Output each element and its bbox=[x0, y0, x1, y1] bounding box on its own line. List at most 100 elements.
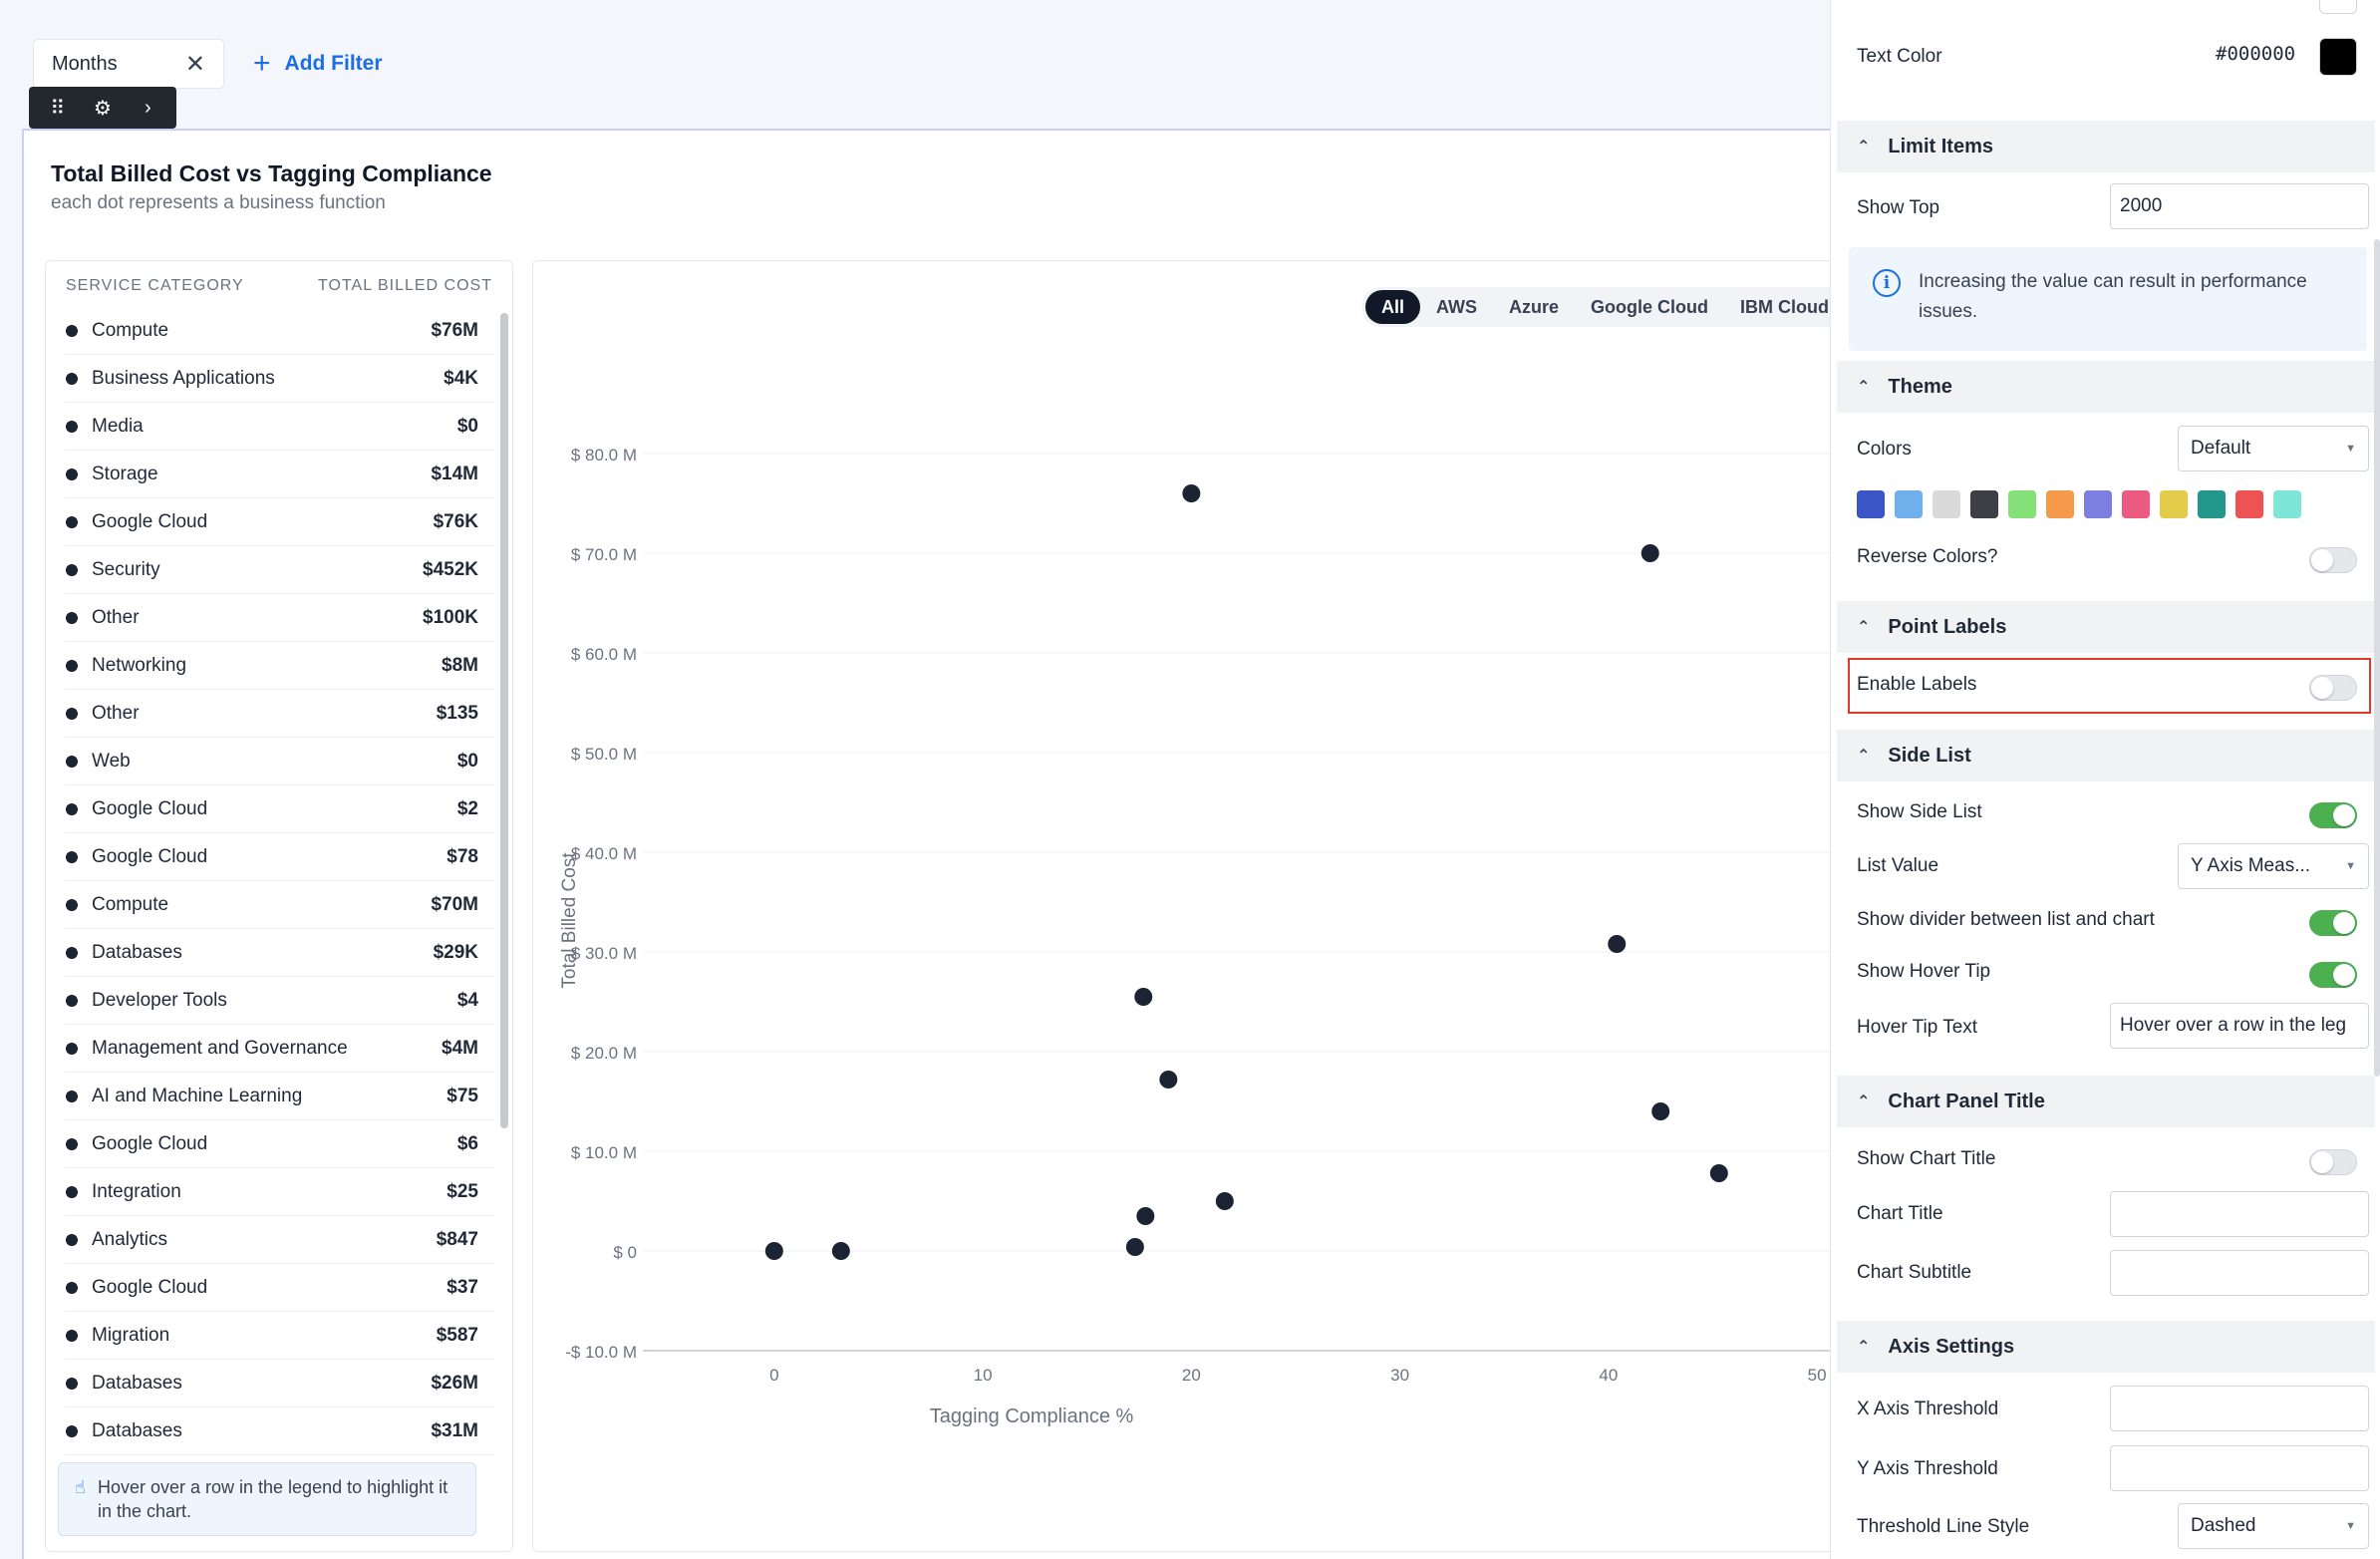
legend-row-label: Web bbox=[92, 750, 131, 772]
section-title: Chart Panel Title bbox=[1888, 1090, 2045, 1112]
hover-tip-text-input[interactable]: Hover over a row in the leg bbox=[2110, 1003, 2369, 1049]
reverse-colors-toggle[interactable] bbox=[2309, 547, 2357, 573]
add-filter-button[interactable]: + Add Filter bbox=[253, 49, 383, 79]
legend-row-label: Security bbox=[92, 558, 160, 580]
divider-label: Show divider between list and chart bbox=[1857, 909, 2155, 930]
color-swatch[interactable] bbox=[2160, 490, 2188, 518]
color-swatch[interactable] bbox=[1857, 490, 1885, 518]
filter-chip-label: Months bbox=[52, 52, 118, 75]
color-swatch[interactable] bbox=[2198, 490, 2226, 518]
y-tick-label: $ 10.0 M bbox=[571, 1143, 637, 1162]
legend-row[interactable]: Management and Governance $4M bbox=[66, 1025, 494, 1073]
color-swatch[interactable] bbox=[1970, 490, 1998, 518]
section-chart-panel-title[interactable]: ⌃ Chart Panel Title bbox=[1837, 1076, 2375, 1127]
legend-row[interactable]: Web $0 bbox=[66, 738, 494, 785]
legend-row[interactable]: Other $100K bbox=[66, 594, 494, 642]
legend-row[interactable]: Google Cloud $37 bbox=[66, 1264, 494, 1312]
color-swatch[interactable] bbox=[2008, 490, 2036, 518]
series-dot-icon bbox=[66, 1185, 78, 1198]
show-side-list-toggle[interactable] bbox=[2309, 802, 2357, 828]
months-filter-chip[interactable]: Months ✕ bbox=[33, 39, 224, 89]
legend-row[interactable]: Compute $70M bbox=[66, 881, 494, 929]
legend-row-label: Google Cloud bbox=[92, 797, 208, 819]
chart-subtitle-input[interactable] bbox=[2110, 1250, 2369, 1296]
y-tick-label: $ 40.0 M bbox=[571, 844, 637, 863]
side-list-header: SERVICE CATEGORY TOTAL BILLED COST bbox=[46, 261, 512, 307]
section-side-list[interactable]: ⌃ Side List bbox=[1837, 730, 2375, 781]
legend-row[interactable]: Developer Tools $4 bbox=[66, 977, 494, 1025]
drag-handle-icon[interactable]: ⠿ bbox=[40, 96, 76, 121]
legend-row-label: Google Cloud bbox=[92, 510, 208, 532]
show-top-input[interactable]: 2000 bbox=[2110, 183, 2369, 229]
card-subtitle: each dot represents a business function bbox=[51, 192, 386, 213]
list-value-select[interactable]: Y Axis Meas... ▼ bbox=[2178, 843, 2369, 889]
legend-row[interactable]: Storage $14M bbox=[66, 451, 494, 498]
partial-control[interactable] bbox=[2319, 0, 2357, 14]
settings-scrollbar[interactable] bbox=[2374, 239, 2380, 1077]
y-tick-label: $ 70.0 M bbox=[571, 545, 637, 564]
section-title: Limit Items bbox=[1888, 135, 1993, 157]
color-swatch[interactable] bbox=[1933, 490, 1960, 518]
legend-row[interactable]: Databases $26M bbox=[66, 1360, 494, 1407]
chevron-up-icon: ⌃ bbox=[1857, 619, 1871, 636]
y-threshold-input[interactable] bbox=[2110, 1445, 2369, 1491]
legend-row[interactable]: Other $135 bbox=[66, 690, 494, 738]
legend-row[interactable]: Integration $25 bbox=[66, 1168, 494, 1216]
gear-icon[interactable]: ⚙ bbox=[85, 96, 121, 121]
section-limit-items[interactable]: ⌃ Limit Items bbox=[1837, 121, 2375, 172]
hover-tip-toggle[interactable] bbox=[2309, 962, 2357, 988]
legend-row[interactable]: Databases $29K bbox=[66, 929, 494, 977]
enable-labels-toggle[interactable] bbox=[2309, 675, 2357, 701]
legend-row[interactable]: Business Applications $4K bbox=[66, 355, 494, 403]
side-list-scrollbar[interactable] bbox=[500, 313, 508, 1128]
color-swatch[interactable] bbox=[2273, 490, 2301, 518]
scatter-chart: -$ 10.0 M $ 0 $ 10.0 M $ 20.0 M $ 30.0 M $ 40… bbox=[559, 446, 1859, 1427]
section-theme[interactable]: ⌃ Theme bbox=[1837, 361, 2375, 413]
y-tick-label: $ 80.0 M bbox=[571, 446, 637, 465]
chevron-up-icon: ⌃ bbox=[1857, 379, 1871, 396]
x-threshold-input[interactable] bbox=[2110, 1386, 2369, 1431]
legend-row-label: Databases bbox=[92, 941, 182, 963]
text-color-swatch[interactable] bbox=[2319, 38, 2357, 76]
series-dot-icon bbox=[66, 1377, 78, 1390]
legend-row[interactable]: AI and Machine Learning $75 bbox=[66, 1073, 494, 1120]
text-color-hex: #000000 bbox=[2216, 43, 2296, 65]
close-icon[interactable]: ✕ bbox=[185, 50, 205, 79]
side-list: SERVICE CATEGORY TOTAL BILLED COST Compu… bbox=[45, 260, 513, 1552]
chevron-right-icon[interactable]: › bbox=[130, 97, 165, 120]
colors-select[interactable]: Default ▼ bbox=[2178, 426, 2369, 471]
color-swatch[interactable] bbox=[1895, 490, 1923, 518]
data-point bbox=[1125, 1238, 1144, 1256]
legend-row-label: Google Cloud bbox=[92, 1132, 208, 1154]
legend-row-value: $452K bbox=[423, 558, 478, 580]
legend-row[interactable]: Media $0 bbox=[66, 403, 494, 451]
caret-down-icon: ▼ bbox=[2345, 860, 2356, 872]
color-swatch[interactable] bbox=[2046, 490, 2074, 518]
divider-toggle[interactable] bbox=[2309, 910, 2357, 936]
legend-row[interactable]: Migration $587 bbox=[66, 1312, 494, 1360]
legend-row[interactable]: Security $452K bbox=[66, 546, 494, 594]
series-dot-icon bbox=[66, 659, 78, 672]
legend-row[interactable]: Google Cloud $2 bbox=[66, 785, 494, 833]
legend-row-value: $0 bbox=[456, 415, 478, 437]
section-point-labels[interactable]: ⌃ Point Labels bbox=[1837, 601, 2375, 653]
color-swatch[interactable] bbox=[2122, 490, 2150, 518]
legend-row[interactable]: Google Cloud $76K bbox=[66, 498, 494, 546]
data-point bbox=[1651, 1102, 1670, 1120]
chevron-up-icon: ⌃ bbox=[1857, 1339, 1871, 1356]
legend-row[interactable]: Google Cloud $78 bbox=[66, 833, 494, 881]
color-swatch[interactable] bbox=[2235, 490, 2263, 518]
line-style-select[interactable]: Dashed ▼ bbox=[2178, 1503, 2369, 1549]
show-chart-title-toggle[interactable] bbox=[2309, 1149, 2357, 1175]
legend-row[interactable]: Databases $31M bbox=[66, 1407, 494, 1455]
legend-row[interactable]: Networking $8M bbox=[66, 642, 494, 690]
legend-row[interactable]: Analytics $847 bbox=[66, 1216, 494, 1264]
chart-title-input[interactable] bbox=[2110, 1191, 2369, 1237]
legend-row-label: Other bbox=[92, 606, 140, 628]
list-value-select-value: Y Axis Meas... bbox=[2191, 855, 2311, 876]
color-swatch[interactable] bbox=[2084, 490, 2112, 518]
legend-row[interactable]: Compute $76M bbox=[66, 307, 494, 355]
legend-row[interactable]: Google Cloud $6 bbox=[66, 1120, 494, 1168]
show-top-label: Show Top bbox=[1857, 197, 1940, 218]
section-axis-settings[interactable]: ⌃ Axis Settings bbox=[1837, 1321, 2375, 1373]
